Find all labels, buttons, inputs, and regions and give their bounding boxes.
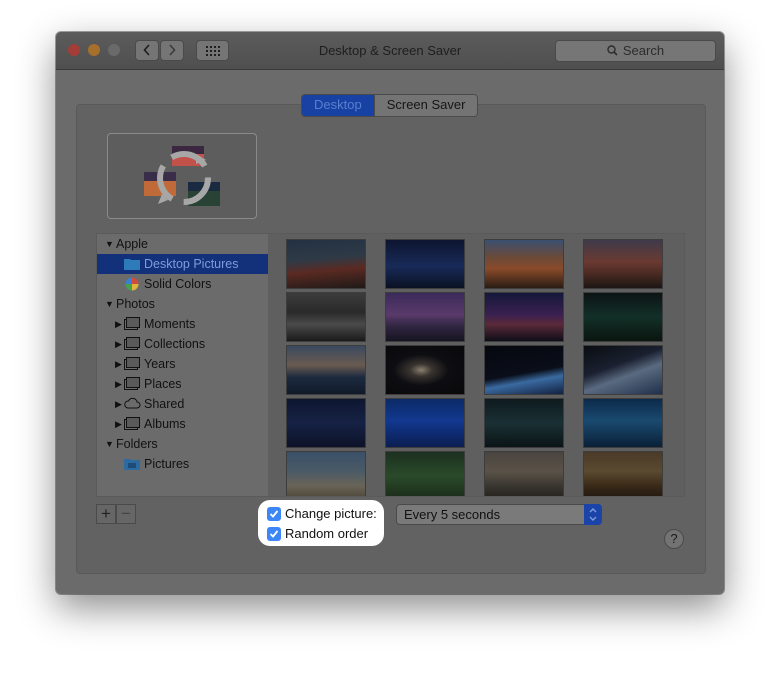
- sidebar-group-apple[interactable]: ▼ Apple: [97, 234, 269, 254]
- rotating-pictures-icon: [144, 146, 220, 206]
- tab-desktop[interactable]: Desktop: [302, 95, 374, 116]
- sidebar-item-collections[interactable]: ▶ Collections: [97, 334, 269, 354]
- wallpaper-thumbnail[interactable]: [584, 240, 662, 288]
- wallpaper-thumbnail[interactable]: [386, 399, 464, 447]
- disclosure-closed-icon[interactable]: ▶: [115, 354, 122, 374]
- wallpaper-thumbnail[interactable]: [485, 399, 563, 447]
- sidebar-group-folders[interactable]: ▼ Folders: [97, 434, 269, 454]
- wallpaper-thumbnail[interactable]: [584, 399, 662, 447]
- sidebar-group-photos[interactable]: ▼ Photos: [97, 294, 269, 314]
- sidebar-item-shared[interactable]: ▶ Shared: [97, 394, 269, 414]
- sidebar-group-label: Apple: [116, 237, 148, 251]
- chevron-up-down-icon: [589, 508, 597, 521]
- wallpaper-thumbnail[interactable]: [485, 240, 563, 288]
- wallpaper-thumbnail[interactable]: [386, 240, 464, 288]
- sidebar-item-places[interactable]: ▶ Places: [97, 374, 269, 394]
- sidebar-item-label: Shared: [144, 397, 185, 411]
- sidebar-item-label: Desktop Pictures: [144, 257, 239, 271]
- sidebar-item-pictures[interactable]: Pictures: [97, 454, 269, 474]
- wallpaper-thumbnail[interactable]: [287, 240, 365, 288]
- sidebar-item-albums[interactable]: ▶ Albums: [97, 414, 269, 434]
- search-field[interactable]: Search: [555, 40, 716, 62]
- source-list: ▼ Apple Desktop Pictures Solid Colors ▼ …: [96, 233, 270, 497]
- search-placeholder: Search: [622, 43, 665, 58]
- remove-folder-button[interactable]: −: [116, 504, 136, 524]
- sidebar-item-desktop-pictures[interactable]: Desktop Pictures: [97, 254, 269, 274]
- interval-value: Every 5 seconds: [404, 507, 501, 522]
- change-picture-checkbox[interactable]: [267, 507, 281, 521]
- wallpaper-grid: [268, 233, 685, 497]
- random-order-label[interactable]: Random order: [285, 526, 368, 541]
- cloud-icon: [124, 397, 141, 409]
- sidebar-item-label: Pictures: [144, 457, 190, 471]
- photo-stack-icon: [124, 377, 140, 390]
- change-picture-label[interactable]: Change picture:: [285, 506, 377, 521]
- sidebar-item-label: Places: [144, 377, 182, 391]
- sidebar-group-label: Photos: [116, 297, 155, 311]
- sidebar-item-label: Albums: [144, 417, 186, 431]
- checkmark-icon: [269, 530, 279, 538]
- sidebar-item-label: Moments: [144, 317, 196, 331]
- folder-icon: [124, 259, 140, 270]
- wallpaper-thumbnail[interactable]: [386, 346, 464, 394]
- sidebar-item-solid-colors[interactable]: Solid Colors: [97, 274, 269, 294]
- wallpaper-thumbnail[interactable]: [584, 293, 662, 341]
- random-order-checkbox[interactable]: [267, 527, 281, 541]
- add-folder-button[interactable]: +: [96, 504, 116, 524]
- sidebar-item-moments[interactable]: ▶ Moments: [97, 314, 269, 334]
- tab-bar: Desktop Screen Saver: [301, 94, 479, 117]
- photo-stack-icon: [124, 417, 140, 430]
- disclosure-open-icon[interactable]: ▼: [105, 294, 114, 314]
- sidebar-group-label: Folders: [116, 437, 158, 451]
- wallpaper-thumbnail[interactable]: [485, 293, 563, 341]
- wallpaper-thumbnail[interactable]: [287, 399, 365, 447]
- sidebar-item-label: Solid Colors: [144, 277, 212, 291]
- sidebar-item-label: Collections: [144, 337, 206, 351]
- wallpaper-thumbnail[interactable]: [485, 452, 563, 496]
- disclosure-open-icon[interactable]: ▼: [105, 434, 114, 454]
- wallpaper-thumbnail[interactable]: [386, 293, 464, 341]
- wallpaper-thumbnail[interactable]: [287, 452, 365, 496]
- popup-arrows: [584, 504, 602, 525]
- change-interval-popup[interactable]: Every 5 seconds: [396, 504, 602, 525]
- wallpaper-thumbnail[interactable]: [287, 293, 365, 341]
- color-wheel-icon: [125, 277, 139, 291]
- preferences-window: Desktop & Screen Saver Search Desktop Sc…: [56, 32, 724, 594]
- desktop-preview: [107, 133, 257, 219]
- photo-stack-icon: [124, 317, 140, 330]
- search-icon: [607, 45, 618, 56]
- sidebar-item-label: Years: [144, 357, 176, 371]
- wallpaper-thumbnail[interactable]: [287, 346, 365, 394]
- title-bar: Desktop & Screen Saver Search: [56, 32, 724, 70]
- help-button[interactable]: ?: [664, 529, 684, 549]
- photo-stack-icon: [124, 337, 140, 350]
- disclosure-closed-icon[interactable]: ▶: [115, 394, 122, 414]
- pictures-folder-icon: [124, 459, 140, 470]
- disclosure-closed-icon[interactable]: ▶: [115, 314, 122, 334]
- checkmark-icon: [269, 510, 279, 518]
- sidebar-item-years[interactable]: ▶ Years: [97, 354, 269, 374]
- disclosure-closed-icon[interactable]: ▶: [115, 414, 122, 434]
- wallpaper-thumbnail[interactable]: [485, 346, 563, 394]
- tab-screen-saver[interactable]: Screen Saver: [373, 95, 478, 116]
- disclosure-closed-icon[interactable]: ▶: [115, 374, 122, 394]
- wallpaper-thumbnail[interactable]: [584, 346, 662, 394]
- disclosure-open-icon[interactable]: ▼: [105, 234, 114, 254]
- wallpaper-thumbnail[interactable]: [584, 452, 662, 496]
- disclosure-closed-icon[interactable]: ▶: [115, 334, 122, 354]
- photo-stack-icon: [124, 357, 140, 370]
- wallpaper-thumbnail[interactable]: [386, 452, 464, 496]
